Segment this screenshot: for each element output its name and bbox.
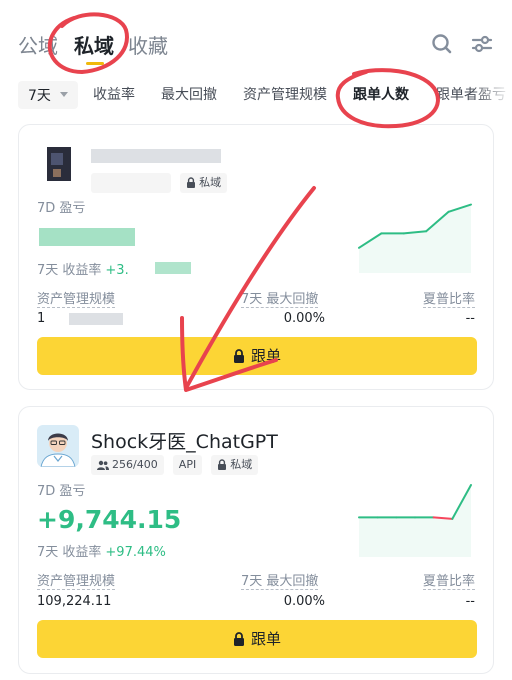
roi-value: +3.: [105, 263, 129, 278]
roi-label: 7天 收益率: [37, 263, 102, 278]
copy-trade-label: 跟单: [250, 347, 281, 365]
filter-settings-icon[interactable]: [470, 32, 494, 56]
private-badge-label: 私域: [230, 458, 253, 471]
sort-followers[interactable]: 跟单人数: [353, 84, 409, 104]
trader-badges: 256/400 API 私域: [91, 455, 262, 475]
private-badge: 私域: [211, 455, 259, 475]
sparkline-area: [359, 485, 471, 557]
private-badge: 私域: [180, 173, 228, 193]
pnl-label: 7D 盈亏: [37, 201, 86, 216]
lock-icon: [218, 459, 227, 470]
copy-trade-button[interactable]: 跟单: [37, 337, 477, 375]
roi-row: 7天 收益率 +3.: [37, 259, 129, 278]
sharpe-value: --: [465, 311, 475, 326]
roi-value: +97.44%: [105, 545, 166, 560]
aum-label: 资产管理规模: [37, 570, 116, 590]
sort-roi[interactable]: 收益率: [93, 84, 135, 104]
trader-card[interactable]: Shock牙医_ChatGPT 256/400 API 私域 7D 盈亏 +9,…: [18, 406, 494, 674]
api-badge: API: [172, 455, 203, 475]
max-drawdown-value: 0.00%: [283, 311, 325, 326]
users-icon: [97, 460, 109, 470]
copy-trade-button[interactable]: 跟单: [37, 620, 477, 658]
roi-row: 7天 收益率 +97.44%: [37, 541, 166, 560]
tab-public[interactable]: 公域: [18, 30, 58, 59]
tab-private[interactable]: 私域: [74, 30, 114, 59]
sharpe-label: 夏普比率: [422, 288, 475, 308]
trader-avatar: [37, 425, 79, 467]
redaction-mask: [69, 313, 123, 325]
trader-avatar: [37, 143, 79, 185]
period-select-value: 7天: [28, 88, 51, 104]
search-icon[interactable]: [430, 32, 454, 56]
redaction-mask: [39, 228, 135, 246]
trader-card[interactable]: 私域 7D 盈亏 7天 收益率 +3. 资产管理规模 7天 最大回撤 夏普比率 1…: [18, 124, 494, 390]
sharpe-label: 夏普比率: [422, 570, 475, 590]
sort-max-drawdown[interactable]: 最大回撤: [161, 84, 217, 104]
active-tab-indicator: [86, 62, 104, 65]
top-tab-bar: 公域 私域 收藏: [0, 0, 512, 70]
redaction-mask: [155, 262, 191, 274]
pnl-sparkline: [358, 203, 472, 273]
followers-count: 256/400: [112, 458, 158, 471]
pnl-value: +9,744.15: [37, 505, 182, 534]
sparkline-area: [359, 204, 471, 273]
lock-icon: [233, 349, 244, 363]
private-badge-label: 私域: [199, 176, 222, 189]
trader-badges: 私域: [91, 173, 231, 193]
sort-aum[interactable]: 资产管理规模: [243, 84, 327, 104]
max-drawdown-value: 0.00%: [283, 594, 325, 609]
aum-value: 109,224.11: [37, 594, 112, 609]
lock-icon: [187, 177, 196, 188]
roi-label: 7天 收益率: [37, 545, 102, 560]
copy-trade-label: 跟单: [250, 630, 281, 648]
followers-badge: [91, 173, 171, 193]
scroll-fade: [472, 78, 512, 114]
max-drawdown-label: 7天 最大回撤: [241, 570, 319, 590]
sharpe-value: --: [465, 594, 475, 609]
pnl-sparkline: [358, 484, 472, 557]
caret-down-icon: [60, 92, 68, 97]
lock-icon: [233, 632, 244, 646]
tab-favorites[interactable]: 收藏: [128, 30, 168, 59]
sort-filter-bar: 7天 收益率 最大回撤 资产管理规模 跟单人数 跟单者盈亏: [0, 78, 512, 114]
redaction-mask: [91, 149, 221, 163]
max-drawdown-label: 7天 最大回撤: [241, 288, 319, 308]
pnl-label: 7D 盈亏: [37, 484, 86, 499]
aum-label: 资产管理规模: [37, 288, 116, 308]
trader-name: Shock牙医_ChatGPT: [91, 431, 278, 453]
followers-badge: 256/400: [91, 455, 164, 475]
aum-value: 1: [37, 311, 46, 326]
period-select[interactable]: 7天: [18, 81, 78, 109]
